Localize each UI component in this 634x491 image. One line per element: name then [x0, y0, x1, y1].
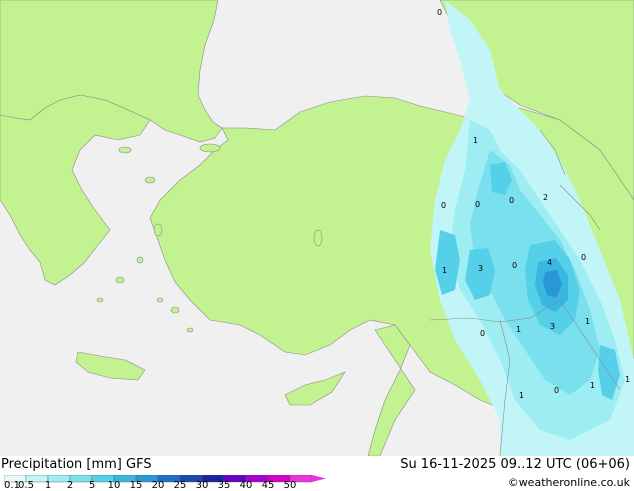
- color-scale-tick-label: 25: [173, 480, 187, 491]
- value-label: 1: [519, 391, 524, 400]
- value-label: 3: [478, 264, 483, 273]
- value-label: 0: [480, 329, 485, 338]
- value-label: 0: [475, 200, 480, 209]
- color-scale-tick-label: 2: [66, 480, 74, 491]
- precipitation-map: 0 1 0 0 0 2 1 3 0 4 0 0 1 3 1 1 0 1 1: [0, 0, 634, 457]
- color-scale-tick-label: 10: [107, 480, 121, 491]
- value-label: 0: [509, 196, 514, 205]
- value-label: 0: [437, 8, 442, 17]
- value-label: 4: [547, 258, 552, 267]
- color-scale-arrow: [312, 475, 326, 482]
- color-scale-tick-label: 35: [217, 480, 231, 491]
- color-scale-tick-label: 40: [239, 480, 253, 491]
- map-footer: Precipitation [mm] GFS Su 16-11-2025 09.…: [0, 456, 634, 491]
- valid-datetime: Su 16-11-2025 09..12 UTC (06+06): [400, 457, 630, 472]
- value-label: 2: [543, 193, 548, 202]
- color-scale-tick-label: 45: [261, 480, 275, 491]
- credit-link[interactable]: ©weatheronline.co.uk: [508, 476, 630, 489]
- color-scale-tick-label: 50: [283, 480, 297, 491]
- map-title: Precipitation [mm] GFS: [1, 457, 152, 472]
- value-label: 1: [442, 266, 447, 275]
- value-label: 0: [512, 261, 517, 270]
- map-canvas: 0 1 0 0 0 2 1 3 0 4 0 0 1 3 1 1 0 1 1: [0, 0, 634, 457]
- color-scale-tick-label: 15: [129, 480, 143, 491]
- value-label: 1: [473, 136, 478, 145]
- value-label: 1: [590, 381, 595, 390]
- color-scale-tick-label: 1: [44, 480, 52, 491]
- color-scale-tick-label: 5: [88, 480, 96, 491]
- color-scale-tick-label: 0.5: [18, 480, 34, 491]
- value-label: 0: [441, 201, 446, 210]
- value-label: 1: [625, 375, 630, 384]
- value-label: 0: [581, 253, 586, 262]
- value-label: 3: [550, 322, 555, 331]
- value-label: 1: [516, 325, 521, 334]
- color-scale-tick-label: 30: [195, 480, 209, 491]
- value-label: 1: [585, 317, 590, 326]
- color-scale-tick-label: 20: [151, 480, 165, 491]
- value-label: 0: [554, 386, 559, 395]
